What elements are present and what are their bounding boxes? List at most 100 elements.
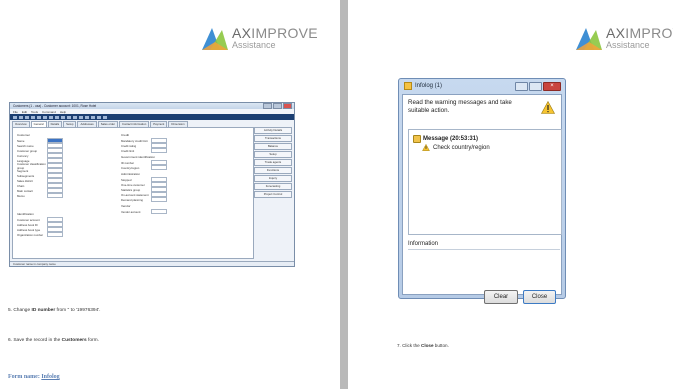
step-5-text: 5. Change ID number from '' to '19976394… <box>8 308 101 313</box>
logo-brand: AXIMPROVE <box>606 25 673 41</box>
field-label: Search name <box>17 143 34 148</box>
information-header: Information <box>408 241 560 250</box>
ax-credit-column: Credit Mandatory credit limit Credit rat… <box>121 131 167 214</box>
infolog-content: Read the warning messages and take suita… <box>402 94 562 304</box>
organization-number-field <box>47 232 63 237</box>
warning-tree-node[interactable]: Check country/region <box>422 144 490 151</box>
infolog-icon <box>404 82 412 90</box>
field-label: Sales district <box>17 178 33 183</box>
warning-text: Check country/region <box>433 144 490 151</box>
close-icon[interactable]: × <box>543 81 561 91</box>
clear-button[interactable]: Clear <box>484 290 518 304</box>
menu-command: Command <box>42 109 56 114</box>
setup-button: Setup <box>254 151 292 158</box>
menu-edit: Edit <box>21 109 28 114</box>
ax-form-body: Customer Name Search name Customer group… <box>12 127 254 259</box>
field-label: Chain <box>17 183 25 188</box>
ax-status-bar: Customer name in company name <box>10 261 294 266</box>
information-panel <box>408 253 560 287</box>
field-label: Organization number <box>17 232 44 237</box>
page-divider <box>340 0 348 389</box>
vendor-account-field <box>151 209 167 214</box>
id-number-term: ID number <box>31 308 56 313</box>
close-term: Close <box>421 343 434 348</box>
group-government-identification: Government identification <box>121 155 156 159</box>
field-label: Stopped <box>121 177 132 182</box>
ax-tab-strip: Overview General Details Setup Addresses… <box>10 120 294 127</box>
menu-tools: Tools <box>31 109 39 114</box>
ax-window-title: Customers (1 - usa) - Customer account: … <box>13 104 97 108</box>
inquiry-button: Inquiry <box>254 175 292 182</box>
group-customer: Customer <box>17 133 31 137</box>
group-credit: Credit <box>121 133 130 137</box>
logo-brand: AXIMPROVE <box>232 25 318 41</box>
field-label: Credit rating <box>121 143 137 148</box>
step-7-text: 7. Click the Close button. <box>397 343 449 348</box>
menu-file: File <box>13 109 18 114</box>
left-document-page: AXIMPROVE Assistance Customers (1 - usa)… <box>0 0 340 389</box>
message-icon <box>413 135 421 143</box>
message-label: Message (20:53:31) <box>423 136 479 142</box>
infolog-instruction: Read the warning messages and take suita… <box>408 99 512 114</box>
axi-logo-right: AXIMPROVE Assistance <box>574 24 673 52</box>
field-label: Name <box>17 138 25 143</box>
field-label: Address book ID <box>17 222 38 227</box>
infolog-title: Infolog (1) <box>415 83 443 89</box>
minimize-icon <box>263 103 272 109</box>
maximize-icon[interactable] <box>529 81 542 91</box>
field-label: Credit limit <box>121 148 135 153</box>
logo-tagline: Assistance <box>232 40 276 50</box>
group-administration: Administration <box>121 172 141 176</box>
transactions-button: Transactions <box>254 135 292 142</box>
warning-icon <box>541 101 555 114</box>
field-label: Statistics group <box>121 187 141 192</box>
field-label: Customer group <box>17 148 38 153</box>
maximize-icon <box>273 103 282 109</box>
form-name-heading: Form name: Infolog <box>8 374 60 380</box>
country-region-field <box>151 165 167 170</box>
field-label: ID number <box>121 160 135 165</box>
trade-agents-button: Trade agents <box>254 159 292 166</box>
menu-help: Help <box>59 109 67 114</box>
activity-details-button: Activity Details <box>254 127 292 134</box>
balance-button: Balance <box>254 143 292 150</box>
axi-logo-icon <box>576 28 602 50</box>
field-label: Memo <box>17 193 25 198</box>
field-label: Vendor account <box>121 209 141 214</box>
functions-button: Functions <box>254 167 292 174</box>
customers-term: Customers <box>61 338 87 343</box>
field-label: Subsegments <box>17 173 35 178</box>
axi-logo-icon <box>202 28 228 50</box>
field-label: Country/region <box>121 165 140 170</box>
field-label: On-account statement <box>121 192 149 197</box>
logo-tagline: Assistance <box>606 40 650 50</box>
minimize-icon[interactable] <box>515 81 528 91</box>
ax-customers-form-screenshot: Customers (1 - usa) - Customer account: … <box>9 102 295 267</box>
infolog-titlebar: Infolog (1) × <box>399 79 565 93</box>
close-button[interactable]: Close <box>523 290 556 304</box>
group-identification: Identification <box>17 212 34 216</box>
step-6-text: 6. Save the record in the Customers form… <box>8 338 99 343</box>
axi-logo: AXIMPROVE Assistance <box>200 24 318 52</box>
ax-action-pane: Activity Details Transactions Balance Se… <box>254 127 292 199</box>
infolog-dialog: Infolog (1) × Read the warning messages … <box>398 78 566 304</box>
demand-planning-field <box>151 197 167 202</box>
infolog-message-tree[interactable]: Message (20:53:31) Check country/region <box>408 129 562 235</box>
field-label: Main contact <box>17 188 33 193</box>
group-vendor: Vendor <box>121 204 131 208</box>
forecasting-button: Forecasting <box>254 183 292 190</box>
credit-limit-field <box>151 148 167 153</box>
project-control-button: Project Control <box>254 191 292 198</box>
memo-field <box>47 193 63 198</box>
field-label: Customer account <box>17 217 40 222</box>
warning-small-icon <box>422 144 430 151</box>
field-label: Address book type <box>17 227 41 232</box>
message-tree-node[interactable]: Message (20:53:31) <box>413 135 478 143</box>
field-label: Segment <box>17 168 29 173</box>
ax-customer-column: Customer Name Search name Customer group… <box>17 131 63 237</box>
field-label: Mandatory credit limit <box>121 138 148 143</box>
field-label: Demand planning <box>121 197 143 202</box>
form-name-value: Infolog <box>41 374 60 380</box>
field-label: One-time customer <box>121 182 145 187</box>
close-icon <box>283 103 292 109</box>
